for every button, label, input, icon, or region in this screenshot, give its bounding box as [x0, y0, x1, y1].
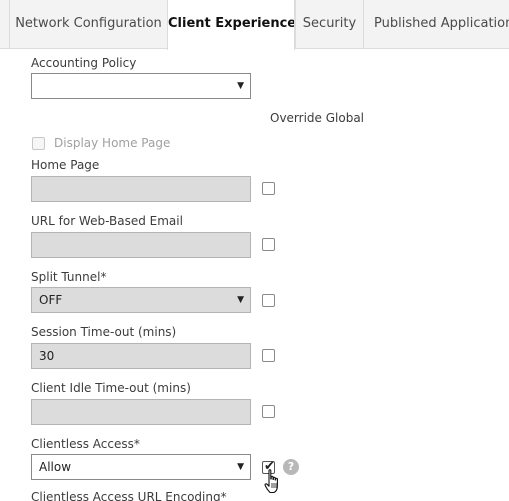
tab-network-configuration[interactable]: Network Configuration	[9, 0, 167, 49]
display-home-page-checkbox[interactable]	[32, 137, 45, 150]
client-idle-timeout-input[interactable]	[31, 399, 251, 425]
chevron-down-icon: ▼	[237, 295, 244, 305]
web-email-override-checkbox[interactable]	[262, 238, 275, 251]
accounting-policy-select[interactable]: ▼	[31, 73, 251, 99]
session-timeout-override-checkbox[interactable]	[262, 349, 275, 362]
web-email-label: URL for Web-Based Email	[31, 214, 183, 228]
session-timeout-label: Session Time-out (mins)	[31, 325, 177, 339]
session-timeout-input[interactable]: 30	[31, 343, 251, 369]
split-tunnel-select[interactable]: OFF ▼	[31, 287, 251, 313]
clientless-access-value: Allow	[39, 460, 72, 474]
client-idle-timeout-override-checkbox[interactable]	[262, 405, 275, 418]
home-page-override-checkbox[interactable]	[262, 182, 275, 195]
override-global-header: Override Global	[270, 111, 365, 125]
tab-client-experience[interactable]: Client Experience	[167, 0, 295, 50]
tab-published-applications[interactable]: Published Applications	[363, 0, 509, 49]
home-page-input[interactable]	[31, 176, 251, 202]
hand-cursor-icon	[264, 469, 278, 494]
chevron-down-icon: ▼	[237, 81, 244, 91]
clientless-access-label: Clientless Access*	[31, 437, 140, 451]
tab-security[interactable]: Security	[295, 0, 363, 49]
split-tunnel-value: OFF	[39, 293, 63, 307]
accounting-policy-label: Accounting Policy	[31, 56, 137, 70]
tab-bar: Network Configuration Client Experience …	[0, 0, 509, 50]
client-idle-timeout-label: Client Idle Time-out (mins)	[31, 381, 191, 395]
help-icon[interactable]: ?	[283, 459, 299, 475]
clientless-access-select[interactable]: Allow ▼	[31, 454, 251, 480]
web-email-input[interactable]	[31, 232, 251, 258]
home-page-label: Home Page	[31, 158, 100, 172]
chevron-down-icon: ▼	[237, 462, 244, 472]
clientless-url-encoding-label: Clientless Access URL Encoding*	[31, 490, 227, 501]
display-home-page-label: Display Home Page	[54, 136, 171, 150]
split-tunnel-override-checkbox[interactable]	[262, 294, 275, 307]
split-tunnel-label: Split Tunnel*	[31, 270, 107, 284]
